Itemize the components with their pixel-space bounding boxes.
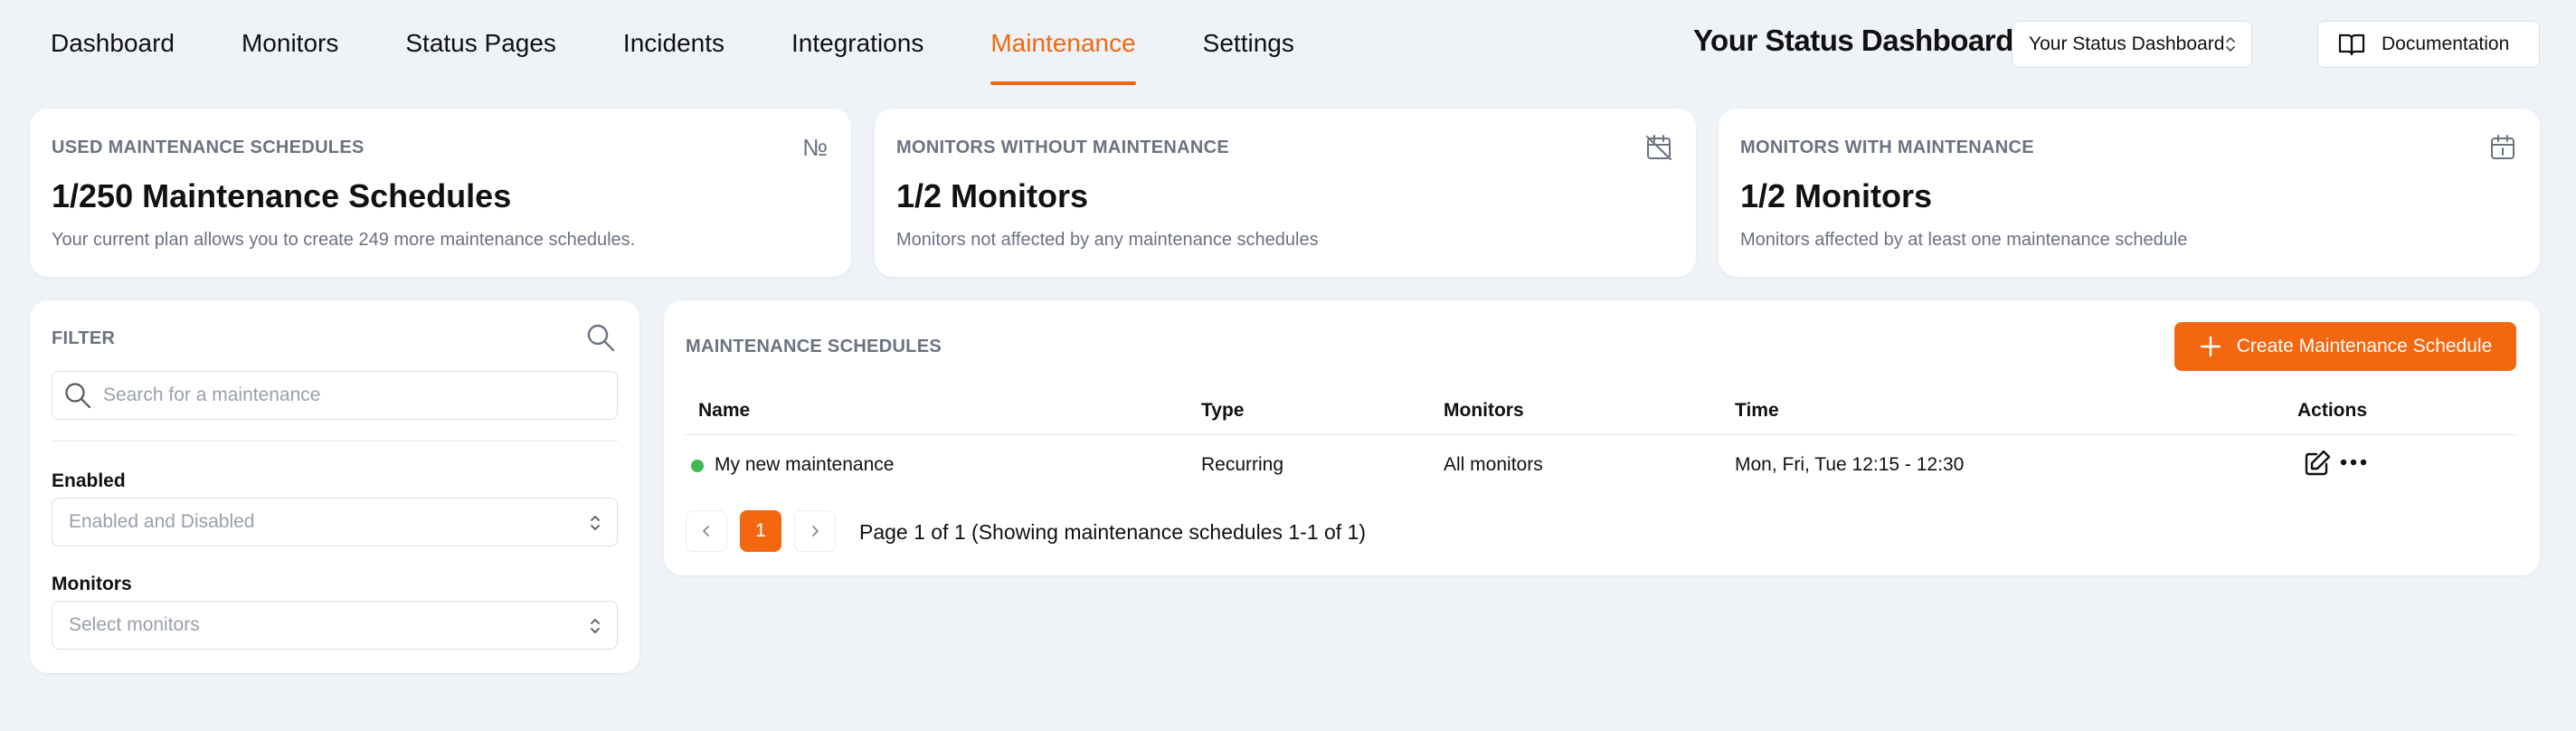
maintenance-schedules-panel: MAINTENANCE SCHEDULES Create Maintenance…: [664, 300, 2540, 575]
project-select[interactable]: Your Status Dashboard: [2012, 21, 2252, 68]
status-indicator: [691, 460, 704, 472]
column-header-time[interactable]: Time: [1735, 400, 1779, 422]
enabled-label: Enabled: [52, 470, 126, 491]
stat-description: Monitors affected by at least one mainte…: [1740, 230, 2188, 250]
monitors-with-maintenance-card: MONITORS WITH MAINTENANCE 1/2 Monitors M…: [1719, 109, 2540, 277]
search-input[interactable]: [103, 384, 592, 406]
pagination-summary: Page 1 of 1 (Showing maintenance schedul…: [859, 520, 1367, 544]
tab-status-pages[interactable]: Status Pages: [405, 0, 556, 87]
plus-icon: [2200, 336, 2221, 357]
chevron-left-icon: [703, 526, 709, 536]
documentation-label: Documentation: [2382, 33, 2510, 54]
filter-panel: FILTER Enabled Enabled and Disabled Moni…: [30, 300, 639, 673]
stat-label: MONITORS WITH MAINTENANCE: [1740, 138, 2034, 157]
monitors-select-value: Select monitors: [69, 614, 200, 635]
pagination-page-button[interactable]: 1: [740, 510, 781, 552]
brand-title: Your Status Dashboard: [1693, 24, 2013, 57]
edit-icon[interactable]: [2303, 449, 2332, 478]
stat-label: USED MAINTENANCE SCHEDULES: [52, 138, 365, 157]
search-icon[interactable]: [585, 322, 616, 353]
pagination-next-button[interactable]: [794, 510, 836, 552]
numero-sign-icon: №: [802, 134, 828, 161]
nav-tabs: Dashboard Monitors Status Pages Incident…: [51, 0, 1361, 87]
stat-value: 1/2 Monitors: [1740, 177, 1933, 214]
chevron-up-down-icon: [591, 516, 600, 530]
monitors-select[interactable]: Select monitors: [52, 601, 618, 650]
maintenance-monitors: All monitors: [1444, 454, 1543, 475]
chevron-up-down-icon: [591, 619, 600, 633]
enabled-select-value: Enabled and Disabled: [69, 511, 255, 532]
tab-maintenance[interactable]: Maintenance: [990, 0, 1137, 87]
search-field[interactable]: [52, 371, 618, 420]
column-header-monitors[interactable]: Monitors: [1444, 400, 1524, 422]
stat-value: 1/2 Monitors: [896, 177, 1089, 214]
chevron-right-icon: [812, 526, 819, 536]
column-header-type[interactable]: Type: [1201, 400, 1244, 422]
maintenance-type: Recurring: [1201, 454, 1284, 475]
stat-description: Your current plan allows you to create 2…: [52, 230, 636, 250]
calendar-off-icon: [1646, 135, 1672, 160]
used-maintenance-card: USED MAINTENANCE SCHEDULES № 1/250 Maint…: [30, 109, 851, 277]
search-icon: [65, 383, 91, 409]
maintenance-time: Mon, Fri, Tue 12:15 - 12:30: [1735, 454, 1965, 475]
stat-label: MONITORS WITHOUT MAINTENANCE: [896, 138, 1230, 157]
filter-title: FILTER: [52, 328, 116, 348]
documentation-button[interactable]: Documentation: [2317, 21, 2540, 68]
top-navigation: Dashboard Monitors Status Pages Incident…: [0, 0, 2576, 87]
column-header-actions: Actions: [2297, 400, 2368, 421]
tab-settings[interactable]: Settings: [1203, 0, 1294, 87]
tab-monitors[interactable]: Monitors: [242, 0, 338, 87]
create-button-label: Create Maintenance Schedule: [2236, 336, 2493, 356]
tab-incidents[interactable]: Incidents: [623, 0, 724, 87]
calendar-icon: [2491, 135, 2514, 159]
tab-dashboard[interactable]: Dashboard: [51, 0, 175, 87]
project-select-value: Your Status Dashboard: [2029, 33, 2225, 54]
maintenance-name[interactable]: My new maintenance: [715, 454, 894, 476]
column-header-name[interactable]: Name: [698, 400, 750, 422]
enabled-select[interactable]: Enabled and Disabled: [52, 498, 618, 546]
table-header-divider: [686, 434, 2518, 435]
monitors-label: Monitors: [52, 574, 132, 594]
book-open-icon: [2338, 33, 2365, 56]
create-maintenance-schedule-button[interactable]: Create Maintenance Schedule: [2174, 322, 2516, 371]
chevron-up-down-icon: [2226, 37, 2235, 52]
stat-description: Monitors not affected by any maintenance…: [896, 230, 1319, 250]
monitors-without-maintenance-card: MONITORS WITHOUT MAINTENANCE 1/2 Monitor…: [875, 109, 1696, 277]
pagination-previous-button[interactable]: [686, 510, 727, 552]
stat-value: 1/250 Maintenance Schedules: [52, 177, 512, 214]
more-options-icon[interactable]: [2339, 458, 2368, 467]
tab-integrations[interactable]: Integrations: [791, 0, 923, 87]
schedules-title: MAINTENANCE SCHEDULES: [686, 337, 942, 356]
